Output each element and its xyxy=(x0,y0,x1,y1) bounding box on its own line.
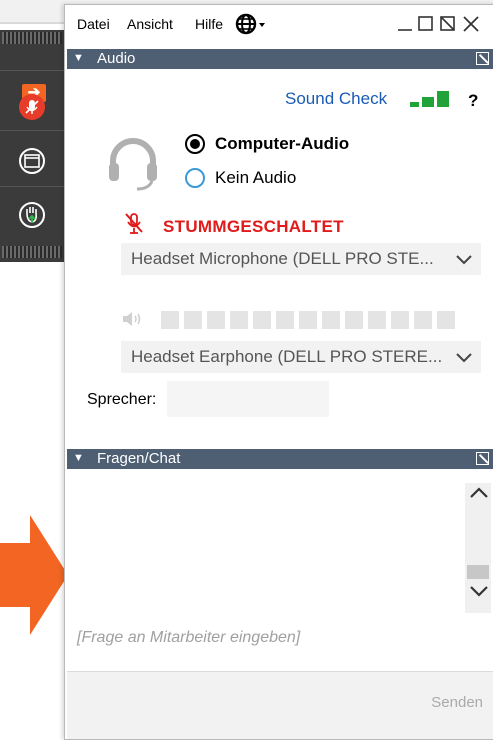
scroll-down-icon[interactable] xyxy=(468,581,490,601)
audio-level-meter xyxy=(121,311,461,331)
speaker-name-field xyxy=(167,381,329,417)
headset-icon xyxy=(109,138,157,191)
menu-hilfe[interactable]: Hilfe xyxy=(195,16,223,32)
chat-header-title: Fragen/Chat xyxy=(97,450,181,467)
sidebar-separator xyxy=(0,130,66,131)
menu-ansicht[interactable]: Ansicht xyxy=(127,16,173,32)
raise-hand-icon[interactable] xyxy=(19,202,45,228)
minimize-icon[interactable] xyxy=(397,13,413,38)
signal-bars-icon xyxy=(410,91,454,107)
sidebar-separator xyxy=(0,186,66,187)
control-sidebar: ➔ xyxy=(0,30,66,262)
close-icon[interactable] xyxy=(462,13,480,38)
scroll-thumb[interactable] xyxy=(467,565,489,579)
microphone-select[interactable]: Headset Microphone (DELL PRO STE... xyxy=(121,243,481,275)
speaker-select[interactable]: Headset Earphone (DELL PRO STERE... xyxy=(121,341,481,373)
menu-bar: Datei Ansicht Hilfe xyxy=(65,5,493,43)
window-icon[interactable] xyxy=(19,148,45,174)
chat-log[interactable] xyxy=(67,469,493,617)
background-divider xyxy=(0,22,68,24)
muted-microphone-icon[interactable] xyxy=(123,211,145,237)
computer-audio-label[interactable]: Computer-Audio xyxy=(215,134,349,154)
audio-section-header[interactable]: ▼ Audio xyxy=(67,49,493,69)
sidebar-grip xyxy=(2,32,62,44)
audio-header-title: Audio xyxy=(97,50,136,67)
microphone-select-value: Headset Microphone (DELL PRO STE... xyxy=(131,249,434,268)
menu-datei[interactable]: Datei xyxy=(77,16,110,32)
speaker-select-value: Headset Earphone (DELL PRO STERE... xyxy=(131,347,443,366)
no-audio-label[interactable]: Kein Audio xyxy=(215,168,296,188)
chevron-down-icon xyxy=(456,255,472,265)
no-audio-radio[interactable] xyxy=(185,168,205,188)
help-button[interactable]: ? xyxy=(468,91,478,111)
scroll-up-icon[interactable] xyxy=(468,483,490,503)
question-input[interactable]: [Frage an Mitarbeiter eingeben] xyxy=(67,619,493,669)
audio-popout-icon[interactable] xyxy=(476,52,489,65)
collapse-triangle-icon[interactable]: ▼ xyxy=(73,452,84,464)
pointer-arrow-icon xyxy=(0,515,68,635)
sidebar-grip-bottom xyxy=(2,246,62,258)
muted-status-text: STUMMGESCHALTET xyxy=(163,217,344,236)
language-globe-icon[interactable] xyxy=(235,13,273,40)
send-button[interactable]: Senden xyxy=(431,694,483,711)
send-bar: Senden xyxy=(67,671,493,739)
chat-popout-icon[interactable] xyxy=(476,452,489,465)
popout-icon[interactable] xyxy=(439,13,457,38)
maximize-icon[interactable] xyxy=(417,13,435,38)
mute-microphone-icon[interactable] xyxy=(19,94,45,120)
question-input-placeholder: [Frage an Mitarbeiter eingeben] xyxy=(77,629,301,646)
chat-section-header[interactable]: ▼ Fragen/Chat xyxy=(67,449,493,469)
sidebar-separator xyxy=(0,70,66,71)
sound-check-link[interactable]: Sound Check xyxy=(285,89,387,109)
speaker-label: Sprecher: xyxy=(87,391,157,408)
control-panel-window: Datei Ansicht Hilfe ▼ Audio Sound Check … xyxy=(64,4,493,740)
collapse-triangle-icon[interactable]: ▼ xyxy=(73,52,84,64)
computer-audio-radio[interactable] xyxy=(185,134,205,154)
chevron-down-icon xyxy=(456,353,472,363)
